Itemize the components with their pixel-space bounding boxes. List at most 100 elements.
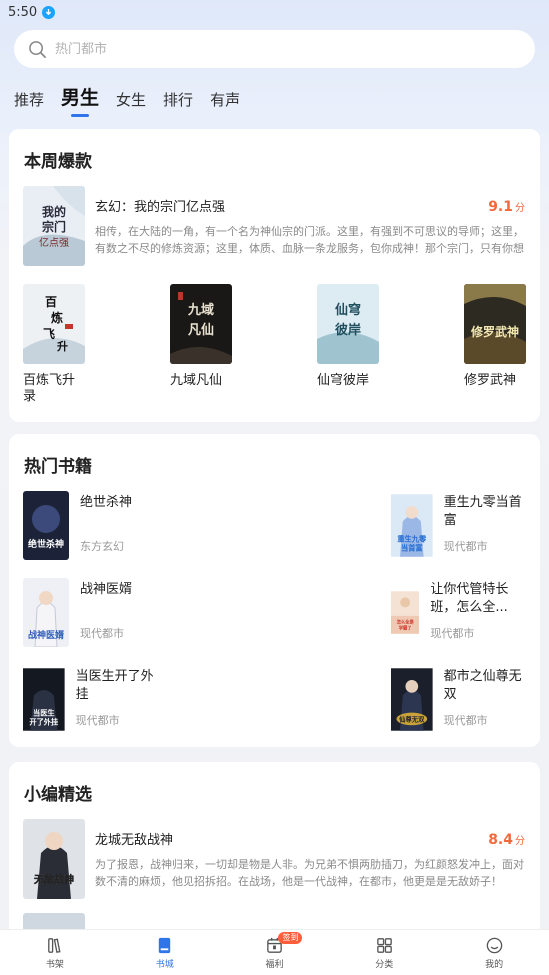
book-cover[interactable]: 重生九零 当首富 xyxy=(391,491,433,560)
list-item[interactable]: 绝世杀神 绝世杀神 东方玄幻 xyxy=(23,491,158,578)
book-title: 玄幻：我的宗门亿点强 xyxy=(95,200,226,215)
book-cover[interactable]: 仙尊无双 xyxy=(391,665,433,734)
search-bar[interactable] xyxy=(14,30,535,68)
category-tabs: 推荐 男生 女生 排行 有声 xyxy=(0,82,549,116)
book-cover[interactable]: 修罗武神 xyxy=(464,284,526,364)
nav-bookstore[interactable]: 书城 xyxy=(110,930,220,975)
book-cover[interactable]: 战神医婿 xyxy=(23,578,69,647)
book-item[interactable]: 百 炼 飞 升 百炼飞升录 xyxy=(23,284,85,405)
section-title: 本周爆款 xyxy=(24,152,92,172)
list-item[interactable]: 战神医婿 战神医婿 现代都市 xyxy=(23,578,158,665)
book-title: 重生九零当首富 xyxy=(443,495,522,528)
list-item[interactable]: 仙尊无双 都市之仙尊无双 现代都市 xyxy=(391,665,526,752)
editor-picks-card: 小编精选 无敌战神 龙城无敌战神 8.4 分 为了报恩，战神归来，一切却是物是人非… xyxy=(9,762,540,942)
list-item[interactable]: 怎么全是 学霸了 让你代管特长班，怎么全... 现代都市 xyxy=(391,578,526,665)
section-title: 小编精选 xyxy=(24,785,92,805)
svg-text:我的: 我的 xyxy=(42,204,66,219)
book-category: 现代都市 xyxy=(75,714,120,727)
book-cover[interactable]: 我的 宗门 亿点强 xyxy=(23,186,85,266)
book-icon xyxy=(158,937,171,953)
book-category: 东方玄幻 xyxy=(80,540,124,553)
book-item[interactable]: 仙穹 彼岸 仙穹彼岸 xyxy=(317,284,379,405)
nav-label: 我的 xyxy=(485,959,504,970)
search-icon xyxy=(29,40,46,58)
svg-text:亿点强: 亿点强 xyxy=(39,236,69,249)
book-cover[interactable]: 当医生 开了外挂 xyxy=(23,665,65,734)
svg-text:仙穹: 仙穹 xyxy=(335,302,361,318)
hot-books-card: 热门书籍 绝世杀神 绝世杀神 东方玄幻 战神医婿 战神医婿 现代都市 当医生 开… xyxy=(9,434,540,747)
featured-book[interactable]: 无敌战神 龙城无敌战神 8.4 分 为了报恩，战神归来，一切却是物是人非。为兄弟不… xyxy=(9,805,540,899)
tab-ranking[interactable]: 排行 xyxy=(163,89,193,116)
book-title: 龙城无敌战神 xyxy=(95,833,174,848)
svg-text:修罗武神: 修罗武神 xyxy=(470,324,519,339)
book-title: 让你代管特长班，怎么全... xyxy=(430,582,509,615)
book-title: 战神医婿 xyxy=(80,582,133,597)
book-score: 8.4 分 xyxy=(488,832,525,848)
svg-text:开了外挂: 开了外挂 xyxy=(29,717,59,726)
svg-text:宗门: 宗门 xyxy=(42,219,66,234)
svg-text:战神医婿: 战神医婿 xyxy=(28,629,65,641)
checkin-badge: 签到 xyxy=(278,932,303,944)
tab-female[interactable]: 女生 xyxy=(116,89,146,116)
book-title: 绝世杀神 xyxy=(80,495,133,510)
profile-icon xyxy=(486,937,502,953)
svg-text:仙尊无双: 仙尊无双 xyxy=(399,715,425,724)
featured-book[interactable]: 我的 宗门 亿点强 玄幻：我的宗门亿点强 9.1 分 相传，在大陆的一角，有一个名… xyxy=(9,172,540,266)
book-title: 修罗武神 xyxy=(464,373,517,388)
download-icon xyxy=(42,5,56,19)
book-cover[interactable]: 绝世杀神 xyxy=(23,491,69,560)
nav-label: 书架 xyxy=(45,959,64,970)
hot-books-left-column: 绝世杀神 绝世杀神 东方玄幻 战神医婿 战神医婿 现代都市 当医生 开了外挂 当… xyxy=(23,491,158,752)
nav-bookshelf[interactable]: 书架 xyxy=(0,930,110,975)
book-cover[interactable]: 仙穹 彼岸 xyxy=(317,284,379,364)
book-category: 现代都市 xyxy=(443,540,488,553)
svg-text:无敌战神: 无敌战神 xyxy=(33,873,74,886)
grid-icon xyxy=(376,937,392,953)
svg-text:绝世杀神: 绝世杀神 xyxy=(28,538,64,550)
svg-text:炼: 炼 xyxy=(51,310,63,325)
list-item[interactable]: 重生九零 当首富 重生九零当首富 现代都市 xyxy=(391,491,526,578)
book-category: 现代都市 xyxy=(443,714,488,727)
book-cover[interactable]: 无敌战神 xyxy=(23,819,85,899)
list-item[interactable]: 当医生 开了外挂 当医生开了外挂 现代都市 xyxy=(23,665,158,752)
book-category: 现代都市 xyxy=(430,627,475,640)
book-title: 九域凡仙 xyxy=(170,373,223,388)
book-score: 9.1 分 xyxy=(488,199,525,215)
nav-label: 书城 xyxy=(155,959,174,970)
weekly-book-grid: 百 炼 飞 升 百炼飞升录 九域 凡仙 九域凡仙 仙穹 彼岸 仙穹彼岸 修罗武神… xyxy=(9,266,540,405)
nav-profile[interactable]: 我的 xyxy=(439,930,549,975)
nav-rewards[interactable]: 签到 福利 xyxy=(220,930,330,975)
nav-label: 福利 xyxy=(265,959,284,970)
book-item[interactable]: 修罗武神 修罗武神 xyxy=(464,284,526,405)
book-title: 都市之仙尊无双 xyxy=(443,669,522,702)
section-title: 热门书籍 xyxy=(24,457,92,477)
tab-audio[interactable]: 有声 xyxy=(210,89,240,116)
nav-categories[interactable]: 分类 xyxy=(329,930,439,975)
book-category: 现代都市 xyxy=(80,627,124,640)
svg-text:重生九零: 重生九零 xyxy=(397,534,427,543)
weekly-hits-card: 本周爆款 我的 宗门 亿点强 玄幻：我的宗门亿点强 9.1 分 相传，在大陆的一角… xyxy=(9,129,540,422)
search-input[interactable] xyxy=(55,41,535,57)
svg-text:九域: 九域 xyxy=(187,302,214,318)
book-title: 仙穹彼岸 xyxy=(317,373,370,388)
svg-text:升: 升 xyxy=(57,339,68,353)
svg-text:当首富: 当首富 xyxy=(401,543,423,552)
book-cover[interactable]: 九域 凡仙 xyxy=(170,284,232,364)
tab-recommend[interactable]: 推荐 xyxy=(14,89,44,116)
book-item[interactable]: 九域 凡仙 九域凡仙 xyxy=(170,284,232,405)
svg-text:飞: 飞 xyxy=(43,327,55,341)
book-cover[interactable]: 百 炼 飞 升 xyxy=(23,284,85,364)
book-title: 百炼飞升录 xyxy=(23,373,76,404)
book-description: 为了报恩，战神归来，一切却是物是人非。为兄弟不惧两肋插刀，为红颜怒发冲上，面对数… xyxy=(95,858,524,888)
status-time: 5:50 xyxy=(8,4,38,20)
tab-male[interactable]: 男生 xyxy=(61,83,99,116)
book-title: 当医生开了外挂 xyxy=(75,669,154,702)
book-description: 相传，在大陆的一角，有一个名为神仙宗的门派。这里，有强到不可思议的导师；这里，有… xyxy=(95,225,524,255)
svg-text:百: 百 xyxy=(45,295,57,309)
nav-label: 分类 xyxy=(375,959,394,970)
book-cover[interactable]: 怎么全是 学霸了 xyxy=(391,578,420,647)
hot-books-right-column: 重生九零 当首富 重生九零当首富 现代都市 怎么全是 学霸了 让你代管特长班，怎… xyxy=(391,491,526,752)
bookshelf-icon xyxy=(48,937,61,953)
bottom-navigation: 书架 书城 签到 福利 分类 我的 xyxy=(0,929,549,975)
svg-text:彼岸: 彼岸 xyxy=(335,322,361,338)
